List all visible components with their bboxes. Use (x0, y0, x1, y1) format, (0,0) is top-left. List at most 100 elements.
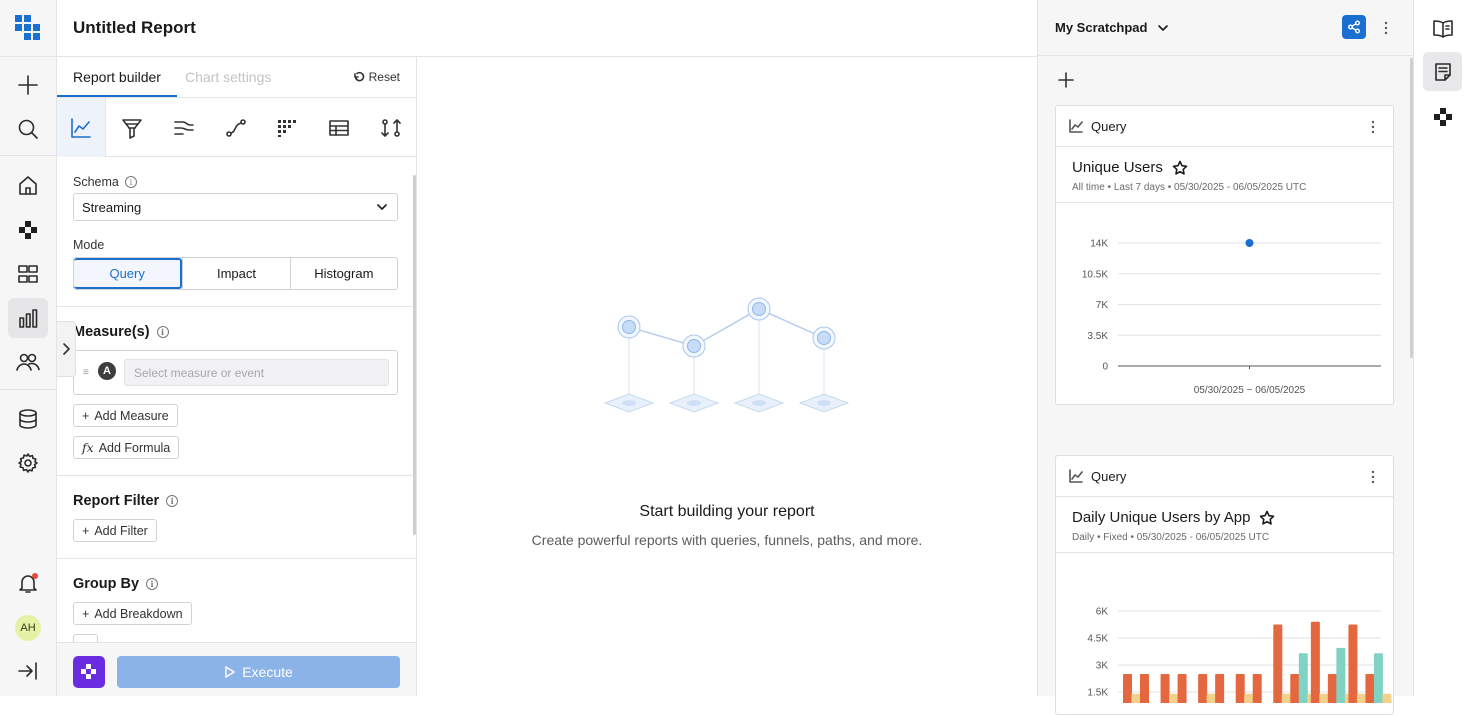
reset-label: Reset (368, 70, 400, 84)
pixel-logo-icon[interactable] (1423, 97, 1462, 136)
bar (1281, 693, 1291, 703)
measures-heading: Measure(s) i (73, 324, 169, 340)
users-icon[interactable] (8, 342, 48, 382)
card-header: Query (1056, 106, 1393, 147)
drag-handle-icon[interactable]: ≡ (83, 367, 89, 378)
add-formula-button[interactable]: fx Add Formula (73, 436, 180, 459)
bar (1244, 693, 1254, 703)
card-title-text: Daily Unique Users by App (1072, 509, 1251, 526)
star-icon[interactable] (1172, 160, 1188, 176)
card-subtitle: Daily • Fixed • 05/30/2025 - 06/05/2025 … (1072, 532, 1270, 543)
path-type-icon[interactable] (210, 98, 262, 157)
plus-icon[interactable] (8, 65, 48, 105)
add-measure-label: Add Measure (94, 408, 169, 423)
funnel-type-icon[interactable] (106, 98, 158, 157)
ai-assistant-button[interactable] (73, 656, 105, 688)
table-type-icon[interactable] (313, 98, 365, 157)
reset-button[interactable]: Reset (353, 70, 400, 84)
card-more-icon[interactable] (1371, 120, 1375, 134)
bar (1198, 674, 1208, 703)
builder-footer: Execute (57, 642, 416, 696)
notes-icon[interactable] (1423, 52, 1462, 91)
execute-label: Execute (242, 664, 293, 680)
report-filter-title: Report Filter (73, 493, 160, 509)
expand-panel-chevron-icon[interactable] (57, 321, 76, 377)
card-title: Daily Unique Users by App (1072, 509, 1275, 526)
mode-label: Mode (73, 238, 105, 252)
compare-type-icon[interactable] (365, 98, 416, 157)
info-icon[interactable]: i (146, 578, 159, 590)
daily-unique-users-chart: 6K 4.5K 3K 1.5K (1087, 607, 1392, 703)
scratchpad-card[interactable]: Query Daily Unique Users by App Daily • … (1055, 455, 1394, 715)
card-type-label: Query (1091, 468, 1127, 484)
scratchpad-panel: My Scratchpad Query Unique Users All tim… (1037, 0, 1414, 715)
bar (1365, 674, 1375, 703)
notification-dot (32, 573, 38, 579)
database-icon[interactable] (8, 399, 48, 439)
add-breakdown-button[interactable]: + Add Breakdown (73, 602, 192, 625)
scratchpad-title: My Scratchpad (1055, 20, 1148, 35)
info-icon[interactable]: i (124, 176, 137, 188)
info-icon[interactable]: i (166, 495, 179, 507)
measure-select-input[interactable]: Select measure or event (124, 359, 389, 386)
card-title: Unique Users (1072, 159, 1188, 176)
scratchpad-card[interactable]: Query Unique Users All time • Last 7 day… (1055, 105, 1394, 405)
bar (1348, 624, 1358, 703)
bell-icon[interactable] (8, 563, 48, 603)
right-rail (1413, 0, 1466, 696)
chevron-down-icon (376, 202, 388, 212)
report-canvas: Start building your report Create powerf… (417, 57, 1037, 696)
add-card-plus-icon[interactable] (1058, 72, 1074, 88)
share-button[interactable] (1342, 15, 1366, 39)
y-tick-label: 10.5K (1082, 269, 1108, 280)
bar (1252, 674, 1262, 703)
mode-option-impact[interactable]: Impact (182, 258, 289, 289)
bar (1235, 674, 1245, 703)
flow-type-icon[interactable] (158, 98, 210, 157)
card-subtitle: All time • Last 7 days • 05/30/2025 - 06… (1072, 182, 1307, 193)
empty-state-subtitle: Create powerful reports with queries, fu… (531, 532, 923, 548)
collapse-sidebar-icon[interactable] (8, 651, 48, 691)
line-chart-type-icon[interactable] (57, 98, 106, 157)
retention-grid-type-icon[interactable] (261, 98, 313, 157)
more-options-icon[interactable] (1384, 21, 1388, 35)
bar (1336, 647, 1346, 703)
play-icon (225, 666, 236, 678)
dashboard-icon[interactable] (8, 254, 48, 294)
tab-chart-settings[interactable]: Chart settings (185, 69, 271, 85)
reports-icon[interactable] (8, 298, 48, 338)
group-by-heading: Group By i (73, 576, 159, 592)
x-axis-label: 05/30/2025 ~ 06/05/2025 (1194, 385, 1306, 396)
search-icon[interactable] (8, 109, 48, 149)
add-filter-button[interactable]: + Add Filter (73, 519, 157, 542)
avatar[interactable]: AH (15, 615, 41, 641)
info-icon[interactable]: i (156, 326, 169, 338)
tab-report-builder[interactable]: Report builder (73, 69, 161, 85)
builder-scrollbar[interactable] (413, 175, 416, 535)
y-tick-label: 3K (1096, 661, 1109, 672)
execute-button[interactable]: Execute (117, 656, 400, 688)
settings-gear-icon[interactable] (8, 443, 48, 483)
add-measure-button[interactable]: + Add Measure (73, 404, 178, 427)
bar (1140, 674, 1149, 703)
y-tick-label: 3.5K (1087, 331, 1108, 342)
plus-icon: + (82, 606, 90, 621)
left-nav-rail: AH (0, 0, 57, 696)
card-more-icon[interactable] (1371, 470, 1375, 484)
empty-state-illustration (603, 297, 850, 413)
scratchpad-selector[interactable]: My Scratchpad (1055, 20, 1169, 35)
schema-select[interactable]: Streaming (73, 193, 398, 221)
share-icon (1348, 20, 1360, 34)
mode-option-query[interactable]: Query (74, 258, 183, 289)
book-icon[interactable] (1423, 9, 1462, 48)
star-icon[interactable] (1259, 510, 1275, 526)
schema-label: Schema i (73, 175, 137, 189)
page-title[interactable]: Untitled Report (73, 18, 196, 38)
pixel-logo-icon[interactable] (8, 210, 48, 250)
scratchpad-header: My Scratchpad (1038, 0, 1414, 56)
y-tick-label: 1.5K (1087, 688, 1108, 699)
app-logo-icon[interactable] (8, 8, 48, 48)
home-icon[interactable] (8, 165, 48, 205)
mode-option-histogram[interactable]: Histogram (289, 258, 397, 289)
bar (1131, 693, 1141, 703)
